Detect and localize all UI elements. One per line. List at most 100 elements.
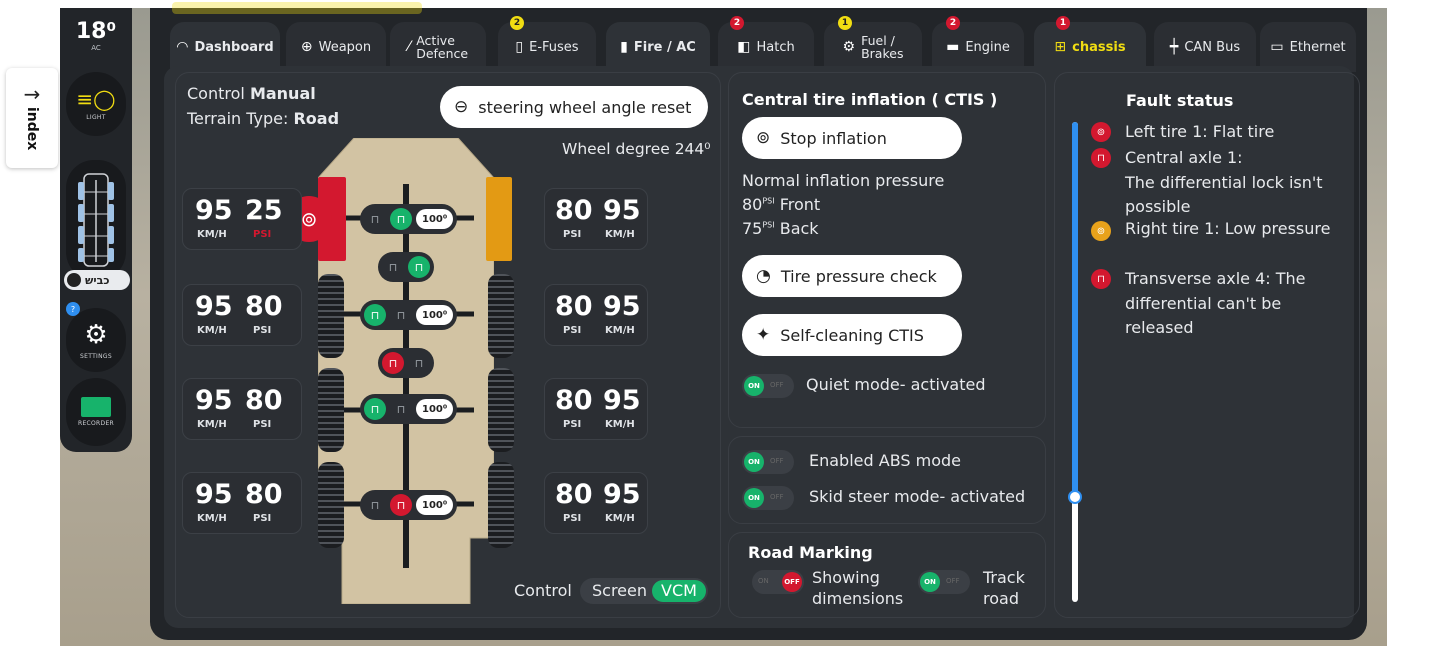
temperature-value: 18⁰ [75,18,117,44]
hatch-icon: ◧ [737,39,751,55]
control-mode: Control Manual [187,84,316,103]
abs-mode-toggle[interactable]: ON OFF [742,450,794,474]
toggle-on-knob: ON [920,572,940,592]
tab-engine[interactable]: 2 ▬ Engine [932,16,1024,72]
toggle-on-knob: ON [744,488,764,508]
stop-inflation-button[interactable]: ⊚ Stop inflation [742,117,962,159]
header-strip [172,2,422,14]
stop-inflation-label: Stop inflation [780,128,887,148]
gear-icon: ⚙ [84,320,108,350]
axle-control-3[interactable]: ⊓ ⊓ 100⁰ [360,394,458,424]
tire-pressure-check-button[interactable]: ◔ Tire pressure check [742,255,962,297]
unlock-icon: ⊓ [370,498,380,512]
index-side-tab[interactable]: → index [6,68,58,168]
ethernet-icon: ▭ [1270,39,1284,55]
road-mode-toggle[interactable]: כביש [64,270,130,290]
toggle-off-text: OFF [770,457,784,465]
back-pressure: 75PSI Back [742,219,819,238]
axle-control-2[interactable]: ⊓ ⊓ 100⁰ [360,300,458,330]
unlock-icon: ⊓ [364,398,386,420]
fault-scroll-handle[interactable] [1068,490,1082,504]
lock-icon: ⊓ [390,208,412,230]
left-tire-2[interactable] [318,274,344,358]
speed-value: 95 [603,385,641,416]
tab-label: Fire / AC [633,39,696,55]
gauge-icon: ◠ [176,39,189,55]
tab-can-bus[interactable]: ┿ CAN Bus [1154,22,1256,72]
track-road-toggle[interactable]: ON OFF [918,570,970,594]
lock-icon: ⊓ [396,308,406,322]
engine-icon: ▬ [946,39,960,55]
tab-label: CAN Bus [1184,39,1241,55]
pressure-value: 80 [245,385,283,416]
shield-icon: ⁄ [407,39,411,55]
tab-hatch[interactable]: 2 ◧ Hatch [718,16,814,72]
axle-control-4[interactable]: ⊓ ⊓ 100⁰ [360,490,458,520]
differential-1[interactable]: ⊓ ⊓ [378,252,434,282]
tab-e-fuses[interactable]: 2 ▯ E-Fuses [498,16,596,72]
self-cleaning-button[interactable]: ✦ Self-cleaning CTIS [742,314,962,356]
headlight-icon: ≡◯ [76,87,116,111]
tab-fuel-brakes[interactable]: 1 ⚙ Fuel / Brakes [824,16,922,72]
speed-value: 95 [603,479,641,510]
unlock-icon: ⊓ [1091,148,1111,168]
fire-icon: ▮ [620,39,628,55]
pressure-unit: PSI [563,325,582,336]
right-tire-3[interactable] [488,368,514,452]
index-label: index [24,107,40,151]
right-tire-4[interactable] [488,462,514,548]
control-source-toggle[interactable]: Screen VCM [580,578,708,604]
left-tire-4[interactable] [318,462,344,548]
axle-control-1[interactable]: ⊓ ⊓ 100⁰ [360,204,458,234]
recorder-button[interactable]: RECORDER [66,378,126,446]
recorder-caption: RECORDER [77,420,115,427]
vehicle-mini-map[interactable] [66,160,126,280]
ctis-title: Central tire inflation ( CTIS ) [742,90,998,109]
left-tire-3[interactable] [318,368,344,452]
temperature-display[interactable]: 18⁰ AC [60,8,132,62]
quiet-mode-label: Quiet mode- activated [806,375,986,394]
speed-value: 95 [603,291,641,322]
right-readout-1: 80 PSI 95 KM/H [544,188,648,250]
pressure-unit: PSI [253,229,272,240]
normal-pressure-label: Normal inflation pressure [742,171,945,190]
quiet-mode-toggle[interactable]: ON OFF [742,374,794,398]
terrain-type: Terrain Type: Road [187,109,340,128]
toggle-knob [67,273,81,287]
steering-reset-button[interactable]: ⊖ steering wheel angle reset [440,86,708,128]
vehicle-outline-icon [78,173,114,267]
fault-scroll-track[interactable] [1068,122,1082,602]
pressure-unit: PSI [253,325,272,336]
pressure-value: 80 [245,291,283,322]
settings-button[interactable]: ⚙ SETTINGS [66,308,126,372]
right-tire-1-warning[interactable] [486,177,512,261]
showing-dimensions-toggle[interactable]: ON OFF [752,570,804,594]
unlock-icon: ⊓ [364,304,386,326]
right-readout-2: 80 PSI 95 KM/H [544,284,648,346]
screen-option[interactable]: Screen [592,581,647,600]
pressure-value: 80 [555,291,593,322]
skid-steer-toggle[interactable]: ON OFF [742,486,794,510]
tab-weapon[interactable]: ⊕ Weapon [286,22,386,72]
light-button[interactable]: ≡◯ LIGHT [66,72,126,136]
tab-dashboard[interactable]: ◠ Dashboard [170,22,280,72]
recorder-icon [81,397,111,417]
tab-fire-ac[interactable]: ▮ Fire / AC [606,22,710,72]
lock-icon: ⊓ [414,356,424,370]
road-mode-label: כביש [85,273,110,287]
differential-2[interactable]: ⊓ ⊓ [378,348,434,378]
right-tire-2[interactable] [488,274,514,358]
tab-label: Weapon [318,39,372,55]
lock-icon: ⊓ [396,402,406,416]
speed-unit: KM/H [197,513,227,524]
pressure-value: 80 [245,479,283,510]
tire-icon: ⊚ [1091,221,1111,241]
tab-chassis[interactable]: 1 ⊞ chassis [1034,16,1146,72]
vcm-option[interactable]: VCM [652,580,706,602]
fault-scroll-fill [1072,122,1078,498]
tab-label: Ethernet [1289,39,1346,55]
front-pressure: 80PSI Front [742,195,821,214]
tire-pressure-check-label: Tire pressure check [780,266,937,286]
tab-ethernet[interactable]: ▭ Ethernet [1260,22,1356,72]
tab-active-defence[interactable]: ⁄ Active Defence [390,22,486,72]
